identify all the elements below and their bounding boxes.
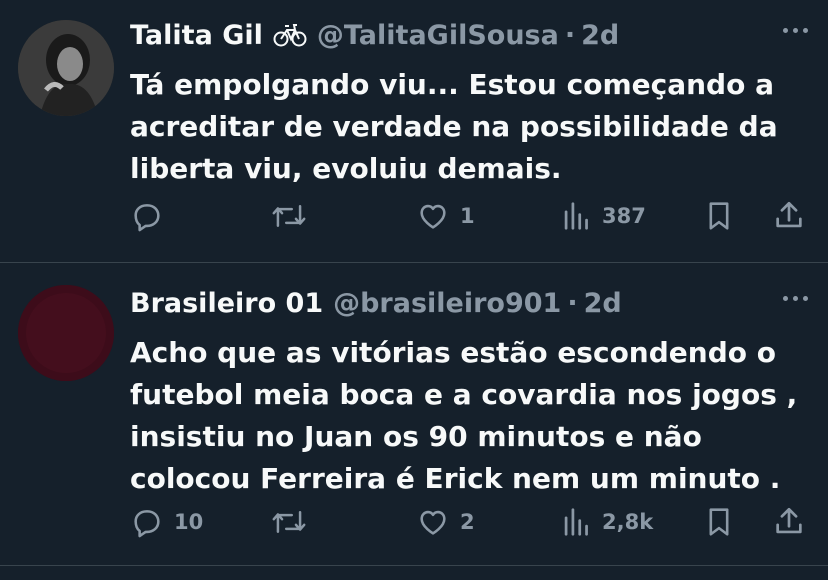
tweet[interactable]: Talita Gil @TalitaGilSousa · 2d Tá empol… bbox=[0, 0, 828, 263]
share-icon bbox=[776, 201, 802, 228]
retweet-button[interactable] bbox=[271, 196, 317, 236]
share-button[interactable] bbox=[772, 502, 806, 542]
like-count: 1 bbox=[460, 204, 475, 228]
avatar-image bbox=[18, 285, 114, 381]
reply-icon bbox=[134, 510, 160, 538]
timestamp[interactable]: 2d bbox=[581, 20, 619, 51]
reply-icon bbox=[134, 204, 160, 232]
tweet[interactable]: Brasileiro 01 @brasileiro901 · 2d Acho q… bbox=[0, 264, 828, 566]
views-icon bbox=[564, 202, 588, 230]
avatar[interactable] bbox=[18, 20, 114, 116]
share-button[interactable] bbox=[772, 196, 806, 236]
heart-icon bbox=[420, 204, 446, 229]
avatar-image bbox=[18, 20, 114, 116]
separator-dot: · bbox=[564, 19, 576, 51]
retweet-icon bbox=[272, 205, 306, 227]
like-button[interactable]: 1 bbox=[416, 196, 475, 236]
separator-dot: · bbox=[567, 287, 578, 319]
bookmark-icon bbox=[709, 202, 729, 230]
retweet-icon bbox=[272, 511, 306, 533]
author-name[interactable]: Brasileiro 01 bbox=[130, 288, 323, 319]
heart-icon bbox=[420, 510, 446, 535]
reply-count: 10 bbox=[174, 510, 204, 534]
bookmark-button[interactable] bbox=[704, 502, 734, 542]
tweet-header: Talita Gil @TalitaGilSousa · 2d bbox=[130, 14, 808, 56]
more-options-icon[interactable] bbox=[783, 296, 808, 301]
action-bar: 1 387 bbox=[130, 196, 810, 236]
more-options-icon[interactable] bbox=[783, 28, 808, 33]
like-count: 2 bbox=[460, 510, 475, 534]
tweet-text: Acho que as vitórias estão escondendo o … bbox=[130, 336, 798, 495]
views-button[interactable]: 2,8k bbox=[562, 502, 653, 542]
author-handle[interactable]: @brasileiro901 bbox=[333, 288, 561, 319]
bookmark-icon bbox=[709, 508, 729, 536]
author-handle[interactable]: @TalitaGilSousa bbox=[317, 20, 559, 51]
tweet-text: Tá empolgando viu... Estou começando a a… bbox=[130, 68, 778, 185]
views-icon bbox=[564, 508, 588, 536]
bookmark-button[interactable] bbox=[704, 196, 734, 236]
views-count: 387 bbox=[602, 204, 646, 228]
avatar[interactable] bbox=[18, 285, 114, 381]
action-bar: 10 2 2,8k bbox=[130, 502, 810, 542]
bicycle-icon bbox=[273, 22, 307, 48]
views-button[interactable]: 387 bbox=[562, 196, 646, 236]
retweet-button[interactable] bbox=[271, 502, 317, 542]
reply-button[interactable] bbox=[130, 196, 174, 236]
like-button[interactable]: 2 bbox=[416, 502, 475, 542]
author-name[interactable]: Talita Gil bbox=[130, 20, 263, 51]
timestamp[interactable]: 2d bbox=[584, 288, 622, 319]
reply-button[interactable]: 10 bbox=[130, 502, 203, 542]
tweet-header: Brasileiro 01 @brasileiro901 · 2d bbox=[130, 282, 808, 324]
views-count: 2,8k bbox=[602, 510, 654, 534]
share-icon bbox=[776, 507, 802, 534]
